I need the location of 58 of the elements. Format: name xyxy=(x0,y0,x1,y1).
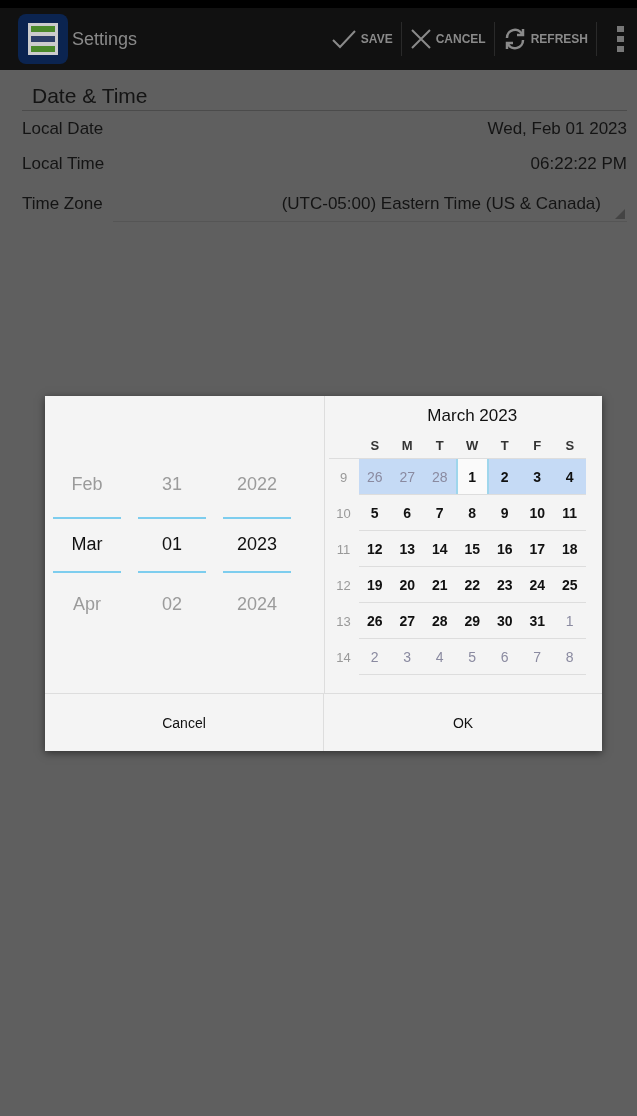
calendar-day[interactable]: 23 xyxy=(488,567,521,603)
spinner-item[interactable]: 01 xyxy=(138,516,206,573)
week-number: 11 xyxy=(335,540,352,559)
week-number: 13 xyxy=(335,612,352,631)
calendar-day[interactable]: 1 xyxy=(456,459,489,495)
calendar-day[interactable]: 18 xyxy=(553,531,586,567)
calendar-day[interactable]: 12 xyxy=(358,531,391,567)
calendar-day[interactable]: 3 xyxy=(521,459,554,495)
calendar-day[interactable]: 22 xyxy=(456,567,489,603)
calendar-day[interactable]: 30 xyxy=(488,603,521,639)
week-number: 14 xyxy=(335,648,352,667)
calendar-day[interactable]: 9 xyxy=(488,495,521,531)
app-menu-icon[interactable] xyxy=(18,14,68,64)
save-button[interactable]: SAVE xyxy=(322,22,402,56)
calendar-day[interactable]: 29 xyxy=(456,603,489,639)
calendar-day[interactable]: 5 xyxy=(358,495,391,531)
calendar-day[interactable]: 11 xyxy=(553,495,586,531)
calendar-day[interactable]: 14 xyxy=(423,531,456,567)
dialog-button[interactable]: OK xyxy=(323,694,602,751)
calendar-day[interactable]: 17 xyxy=(521,531,554,567)
calendar-day[interactable]: 16 xyxy=(488,531,521,567)
close-icon xyxy=(409,28,432,50)
calendar-day[interactable]: 7 xyxy=(423,495,456,531)
field-value: 06:22:22 PM xyxy=(530,153,627,174)
spinner-item[interactable]: 2023 xyxy=(223,516,291,573)
toolbar-title: Settings xyxy=(72,28,139,50)
calendar-day[interactable]: 6 xyxy=(391,495,424,531)
dialog-button[interactable]: Cancel xyxy=(45,694,323,751)
week-number: 12 xyxy=(335,576,352,595)
calendar-day[interactable]: 19 xyxy=(358,567,391,603)
calendar-day[interactable]: 26 xyxy=(358,603,391,639)
field-label: Local Date xyxy=(22,118,104,139)
calendar-day[interactable]: 25 xyxy=(553,567,586,603)
spinner-item[interactable]: Mar xyxy=(53,516,121,573)
calendar-day[interactable]: 20 xyxy=(391,567,424,603)
week-number: 10 xyxy=(335,504,352,523)
section-title: Date & Time xyxy=(22,78,627,111)
calendar-day[interactable]: 10 xyxy=(521,495,554,531)
calendar-day[interactable]: 21 xyxy=(423,567,456,603)
refresh-button[interactable]: REFRESH xyxy=(494,22,597,56)
field-value: Wed, Feb 01 2023 xyxy=(487,118,627,139)
field-label: Local Time xyxy=(22,153,105,174)
cancel-button[interactable]: CANCEL xyxy=(401,22,495,56)
calendar-day[interactable]: 8 xyxy=(456,495,489,531)
calendar-title: March 2023 xyxy=(426,406,519,427)
calendar-day[interactable]: 27 xyxy=(391,603,424,639)
calendar-day[interactable]: 24 xyxy=(521,567,554,603)
calendar-day[interactable]: 15 xyxy=(456,531,489,567)
field-label: Time Zone xyxy=(22,194,103,214)
dropdown-corner-icon xyxy=(615,208,625,219)
calendar-day[interactable]: 28 xyxy=(423,603,456,639)
checkmark-icon xyxy=(330,28,357,50)
week-number: 9 xyxy=(338,468,349,487)
more-options-icon[interactable] xyxy=(617,26,625,52)
calendar-day[interactable]: 13 xyxy=(391,531,424,567)
calendar-day[interactable]: 4 xyxy=(553,459,586,495)
calendar-day[interactable]: 2 xyxy=(488,459,521,495)
calendar-day[interactable]: 31 xyxy=(521,603,554,639)
